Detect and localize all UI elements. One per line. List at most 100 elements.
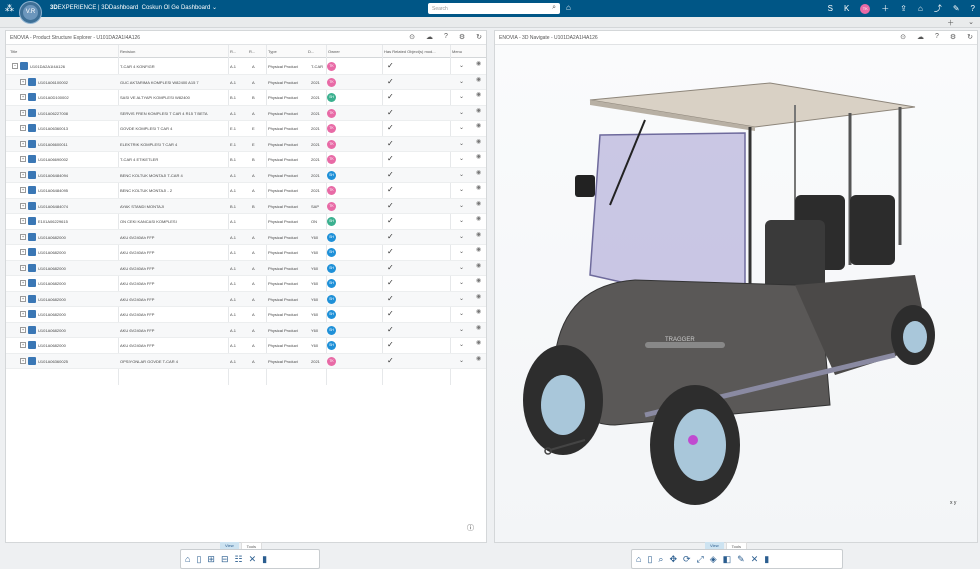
eye-icon[interactable]: ◉ [476,138,481,145]
owner-avatar[interactable]: TK [327,186,336,195]
chevron-down-icon[interactable]: ⌄ [459,341,464,348]
profile-icon[interactable]: ⊙ [900,33,906,41]
panel-icon[interactable]: ▯ [196,554,201,565]
avatar[interactable]: TK [860,3,871,14]
owner-avatar[interactable]: TK [327,77,336,87]
chevron-down-icon[interactable]: ⌄ [459,93,464,100]
expand-toggle-icon[interactable]: + [20,140,26,147]
chevron-down-icon[interactable]: ⌄ [459,248,464,255]
cloud-icon[interactable]: ☁ [426,33,433,41]
table-row[interactable]: + U101A06360025 OPSIYONLAR GOVDE T-CAR 4 A.… [6,353,486,369]
chevron-down-icon[interactable]: ⌄ [459,78,464,85]
close-icon[interactable]: ✕ [249,554,257,565]
table-row[interactable]: + U101A0682000 AKU 6V240Ah FFP A.1 A Physical… [6,260,486,276]
compass[interactable]: V.R [19,1,42,24]
owner-avatar[interactable]: SH [327,325,336,335]
close-icon[interactable]: ✕ [751,554,759,565]
cell-title[interactable]: U101A06360013 [38,126,116,131]
profile-icon[interactable]: ⊙ [409,33,415,41]
chevron-down-icon[interactable]: ⌄ [459,171,464,178]
chevron-down-icon[interactable]: ⌄ [459,186,464,193]
gear-icon[interactable]: ⚙ [459,33,465,41]
home-view-icon[interactable]: ⌂ [185,554,190,564]
share-icon[interactable]: ⇪ [900,4,907,13]
col-title[interactable]: Title [10,49,17,54]
owner-avatar[interactable]: SH [327,279,336,288]
chevron-down-icon[interactable]: ⌄ [459,124,464,131]
home-view-icon[interactable]: ⌂ [636,554,641,564]
col-revision[interactable]: Revision [120,49,135,54]
owner-avatar[interactable]: SH [327,217,336,226]
cell-title[interactable]: U101A0682000 [38,297,116,302]
chevron-down-icon[interactable]: ⌄ [459,62,464,69]
expand-toggle-icon[interactable]: − [12,63,18,69]
table-row[interactable]: + U101A0682000 AKU 6V240Ah FFP A.1 A Physical… [6,245,486,261]
cloud-icon[interactable]: ☁ [917,33,924,41]
owner-avatar[interactable]: SH [327,93,336,102]
section-icon[interactable]: ◧ [723,554,732,565]
expand-toggle-icon[interactable]: + [20,311,26,317]
eye-icon[interactable]: ◉ [476,169,481,176]
structure-icon[interactable]: ☷ [234,554,242,565]
eye-icon[interactable]: ◉ [476,60,481,67]
table-row[interactable]: + U101A0D100002 SASI VE ALTYAPI KOMPLESI W… [6,90,486,106]
eye-icon[interactable]: ◉ [476,324,481,331]
table-row[interactable]: + E101A06229615 ON CEKI KANCASI KOMPLESI A.… [6,214,486,230]
eye-icon[interactable]: ◉ [476,308,481,315]
cell-title[interactable]: U101A06360025 [38,359,116,364]
table-row[interactable]: + U101A0682000 AKU 6V240Ah FFP A.1 A Physical… [6,322,486,338]
table-row[interactable]: + U101A0682000 AKU 6V240Ah FFP A.1 A Physical… [6,338,486,354]
expand-toggle-icon[interactable]: + [20,156,26,162]
cell-title[interactable]: U101A0682000 [38,312,116,317]
expand-toggle-icon[interactable]: + [20,295,26,302]
tag-icon[interactable]: ⌂ [566,3,571,12]
chevron-down-icon[interactable]: ⌄ [459,310,464,317]
home-icon[interactable]: ⌂ [918,4,923,13]
eye-icon[interactable]: ◉ [476,339,481,346]
owner-avatar[interactable]: SH [327,263,336,273]
table-row[interactable]: + U101A0682000 AKU 6V240Ah FFP A.1 A Physical… [6,276,486,292]
expand-toggle-icon[interactable]: + [20,202,26,209]
render-style-icon[interactable]: ◈ [710,554,717,565]
cell-title[interactable]: U101DA2A1I4A126 [30,64,116,69]
table-row[interactable]: + U101A06100002 GUC AKTARIMA KOMPLESI W824… [6,74,486,90]
owner-avatar[interactable]: SH [327,232,336,242]
expand-toggle-icon[interactable]: + [20,94,26,100]
eye-icon[interactable]: ◉ [476,215,481,222]
3d-viewer-canvas[interactable]: TRAGGER x y [495,45,977,542]
collapse-tree-icon[interactable]: ⊟ [221,554,229,565]
eye-icon[interactable]: ◉ [476,262,481,269]
cell-title[interactable]: U101A0682000 [38,343,116,348]
rotate-icon[interactable]: ⟳ [683,554,691,565]
eye-icon[interactable]: ◉ [476,277,481,284]
eye-icon[interactable]: ◉ [476,355,481,362]
refresh-icon[interactable]: ↻ [476,33,482,41]
col-r2[interactable]: R... [249,49,255,54]
chevron-down-icon[interactable]: ⌄ [459,326,464,333]
expand-toggle-icon[interactable]: + [20,78,26,85]
owner-avatar[interactable]: SH [327,310,336,319]
chevron-down-icon[interactable]: ⌄ [459,109,464,116]
chevron-down-icon[interactable]: ⌄ [459,295,464,302]
chevron-down-icon[interactable]: ⌄ [459,233,464,240]
cell-title[interactable]: U101A0682000 [38,266,116,271]
chevron-down-icon[interactable]: ⌄ [459,217,464,224]
expand-toggle-icon[interactable]: + [20,326,26,333]
expand-tree-icon[interactable]: ⊞ [207,554,215,565]
plus-tab-icon[interactable]: ＋ [947,18,954,28]
table-row[interactable]: + U101A0682000 AKU 6V240Ah FFP A.1 A Physical… [6,307,486,323]
table-row[interactable]: + U101A0682000 AKU 6V240Ah FFP A.1 A Physical… [6,291,486,307]
expand-toggle-icon[interactable]: + [20,264,26,271]
eye-icon[interactable]: ◉ [476,91,481,98]
expand-toggle-icon[interactable]: + [20,342,26,348]
eye-icon[interactable]: ◉ [476,293,481,300]
expand-toggle-icon[interactable]: + [20,187,26,193]
chevron-down-icon[interactable]: ⌄ [968,18,974,28]
table-row[interactable]: + U101A06690002 T-CAR 4 ETIKETLER B.1 B Physi… [6,152,486,168]
cell-title[interactable]: U101A06484095 [38,188,116,193]
owner-avatar[interactable]: TK [327,124,336,133]
panel-icon[interactable]: ▯ [647,554,652,565]
cell-title[interactable]: U101A0682000 [38,235,116,240]
col-type[interactable]: Type [268,49,277,54]
eye-icon[interactable]: ◉ [476,153,481,160]
